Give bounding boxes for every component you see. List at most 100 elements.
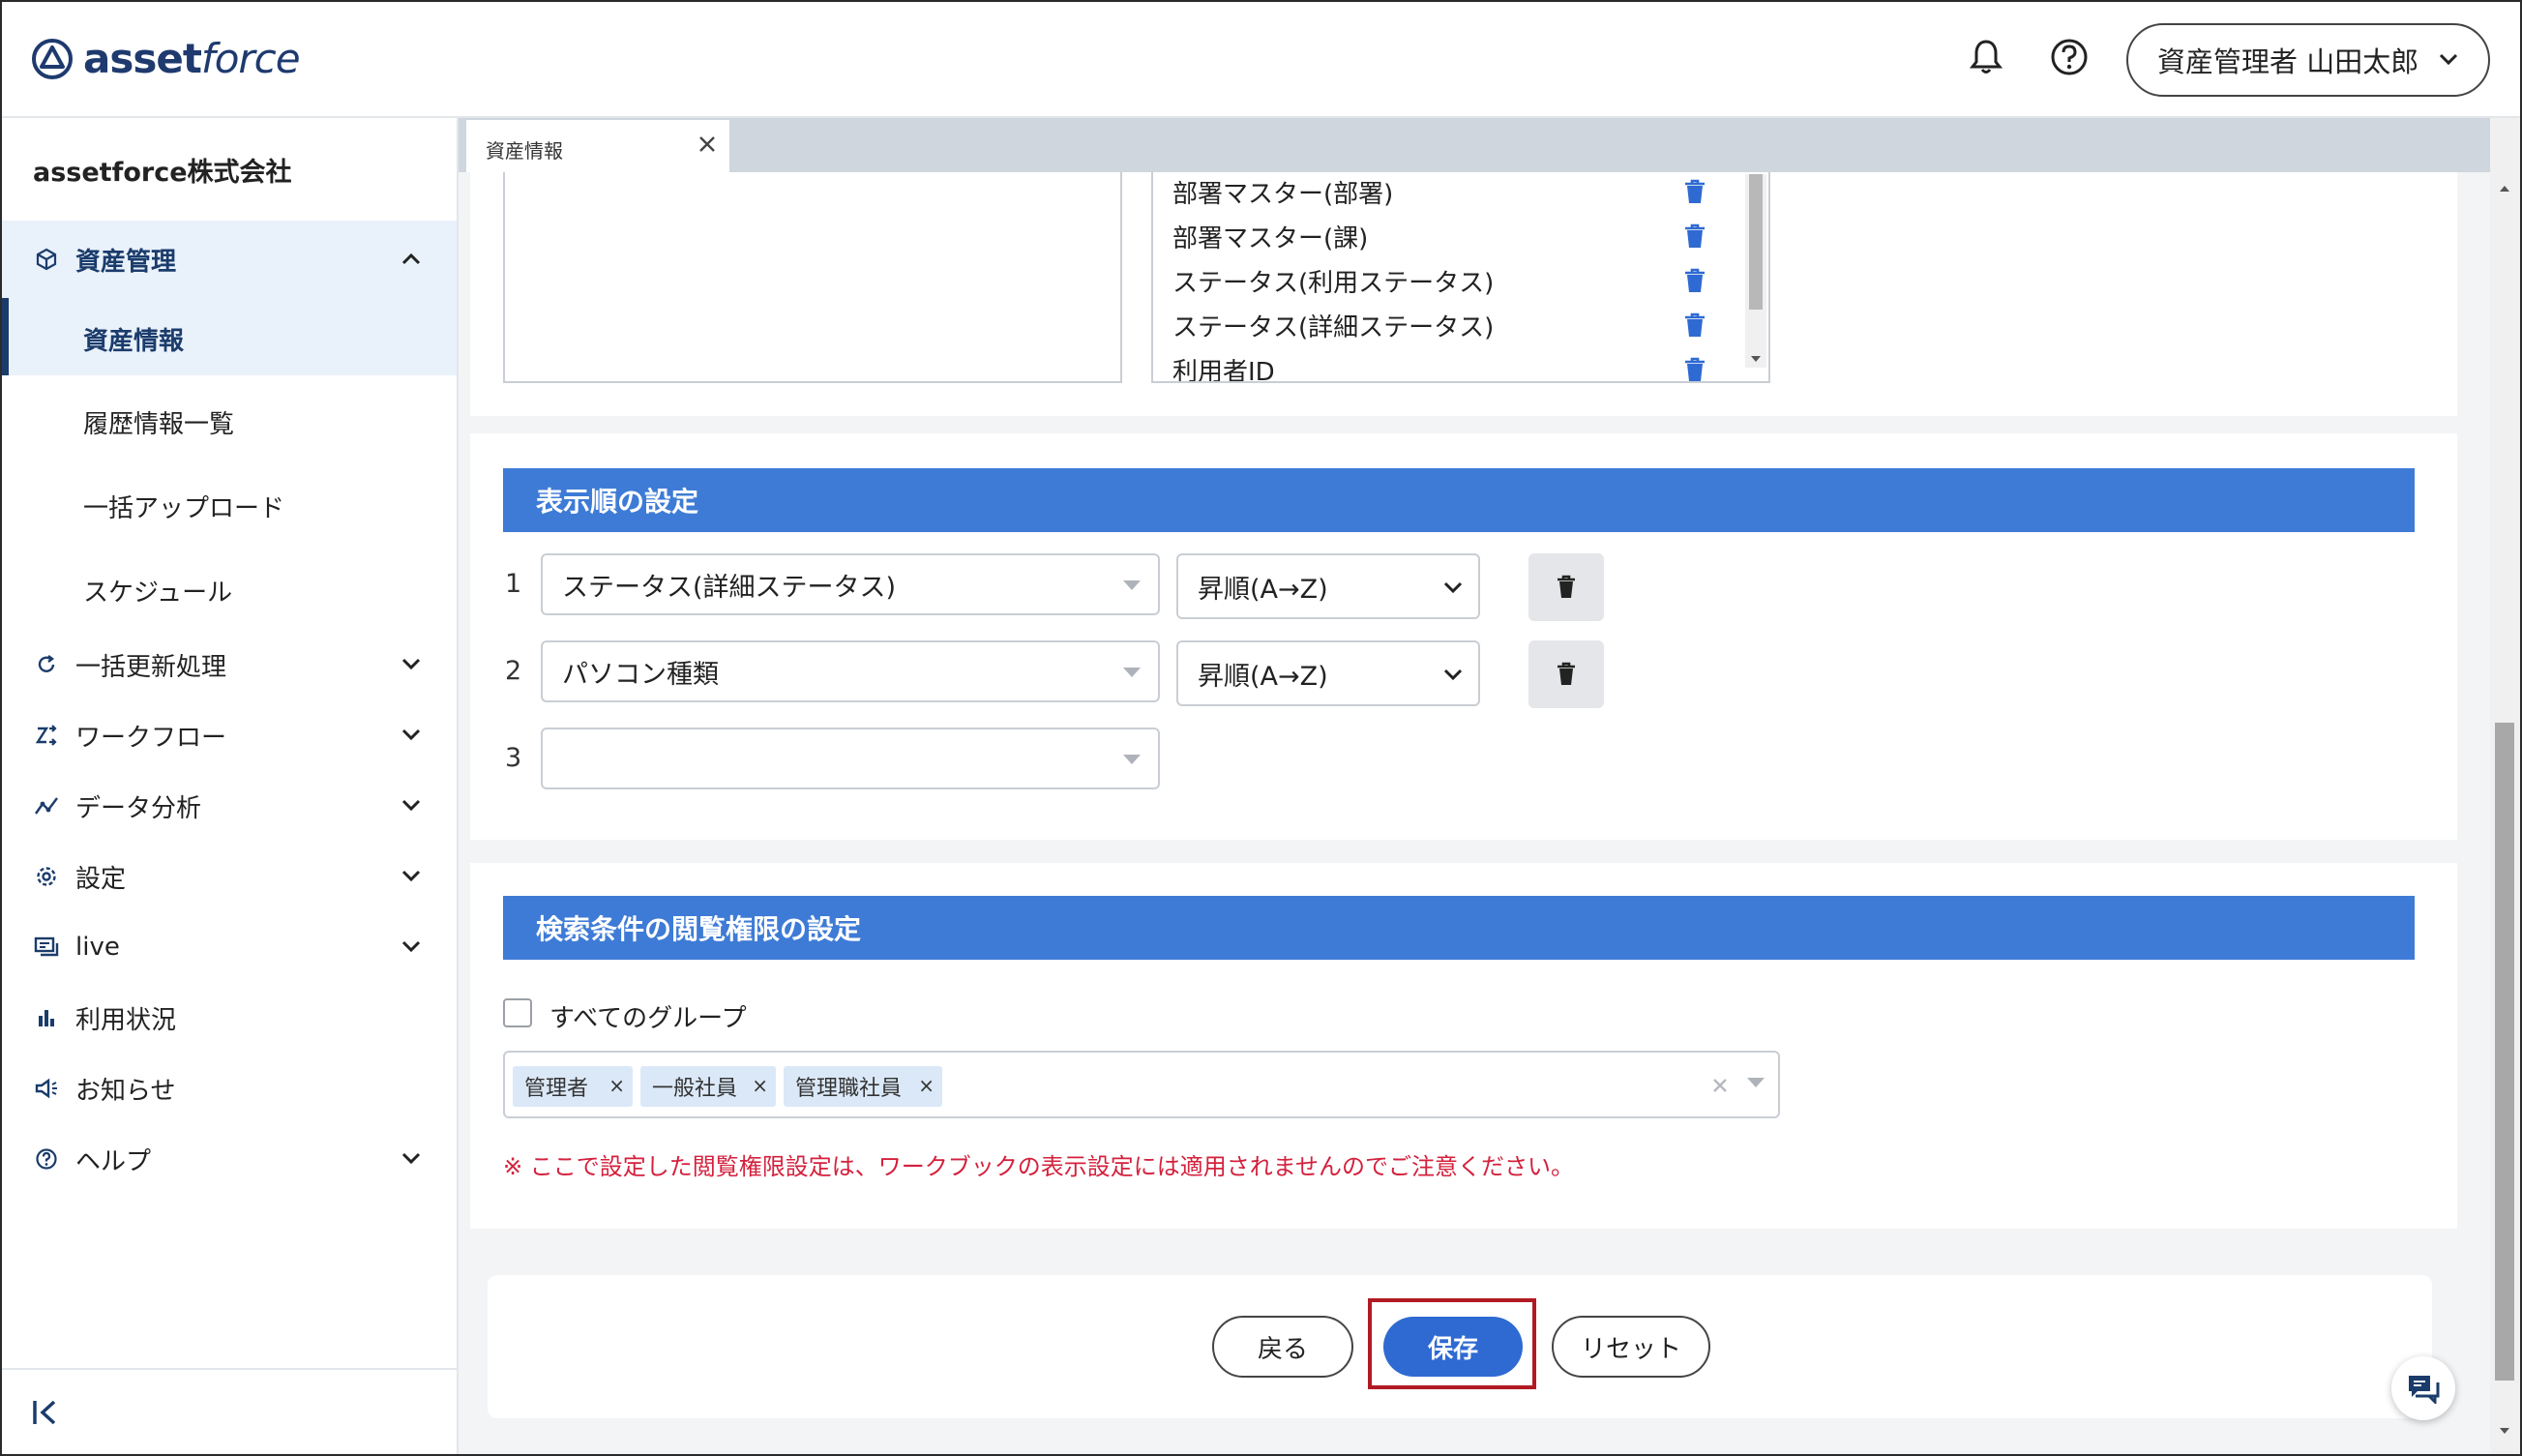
selected-column-item[interactable]: ステータス(利用ステータス): [1172, 263, 1494, 299]
selected-column-item[interactable]: 部署マスター(部署): [1172, 174, 1393, 210]
chevron-up-icon: [401, 253, 421, 265]
trash-icon[interactable]: [1683, 356, 1706, 383]
workflow-icon: [33, 722, 60, 749]
sidebar-item-label: データ分析: [75, 793, 202, 823]
sidebar-item-usage[interactable]: 利用状況: [2, 984, 457, 1052]
group-tag: 管理者 ×: [513, 1066, 633, 1107]
trash-icon: [1558, 662, 1575, 685]
sidebar: assetforce株式会社 資産管理 資産情報 履歴情報一覧 一括アップロード…: [2, 118, 459, 1454]
logo-mark-icon: [32, 38, 73, 79]
trash-icon[interactable]: [1683, 223, 1706, 250]
company-name: assetforce株式会社: [33, 158, 292, 188]
selected-column-item[interactable]: 部署マスター(課): [1172, 219, 1368, 254]
reset-button[interactable]: リセット: [1552, 1316, 1710, 1378]
sidebar-item-label: 資産管理: [75, 247, 177, 277]
sort-order-header: 表示順の設定: [503, 468, 2415, 532]
delete-sort-row-button[interactable]: [1528, 640, 1604, 708]
sort-field-select[interactable]: ステータス(詳細ステータス): [541, 553, 1160, 615]
selected-column-item[interactable]: 利用者ID: [1172, 352, 1275, 381]
trash-icon[interactable]: [1683, 267, 1706, 294]
list-scrollbar-thumb[interactable]: [1749, 174, 1763, 310]
selected-column-item[interactable]: ステータス(詳細ステータス): [1172, 308, 1494, 343]
user-menu-button[interactable]: 資産管理者 山田太郎: [2126, 23, 2490, 97]
available-columns-list[interactable]: [503, 172, 1122, 383]
help-icon: [33, 1145, 60, 1173]
permission-note: ※ ここで設定した閲覧権限設定は、ワークブックの表示設定には適用されませんのでご…: [503, 1153, 1575, 1180]
delete-sort-row-button[interactable]: [1528, 553, 1604, 621]
bell-icon[interactable]: [1964, 35, 2008, 79]
sidebar-item-notices[interactable]: お知らせ: [2, 1055, 457, 1122]
tab-asset-info[interactable]: 資産情報: [466, 120, 729, 172]
sidebar-subitem-asset-info[interactable]: 資産情報: [2, 298, 457, 375]
sort-order-select[interactable]: 昇順(A→Z): [1176, 640, 1480, 706]
caret-down-icon[interactable]: [1747, 1078, 1765, 1087]
megaphone-icon: [33, 1075, 60, 1102]
sort-order-value: 昇順(A→Z): [1198, 574, 1328, 605]
sidebar-item-data-analysis[interactable]: データ分析: [2, 772, 457, 840]
live-icon: [33, 934, 60, 961]
trash-icon[interactable]: [1683, 178, 1706, 205]
bar-chart-icon: [33, 1004, 60, 1031]
sort-order-value: 昇順(A→Z): [1198, 661, 1328, 692]
main-scrollbar-thumb[interactable]: [2495, 723, 2514, 1381]
analytics-icon: [33, 792, 60, 819]
scroll-down-arrow-icon[interactable]: [2498, 1426, 2511, 1436]
clear-all-icon[interactable]: [1710, 1076, 1730, 1095]
sidebar-item-live[interactable]: live: [2, 913, 457, 981]
top-header: assetforce 資産管理者 山田太郎: [2, 2, 2520, 118]
permission-header: 検索条件の閲覧権限の設定: [503, 896, 2415, 960]
action-bar: 戻る 保存 リセット: [488, 1275, 2432, 1418]
remove-tag-icon[interactable]: ×: [608, 1074, 625, 1097]
close-icon[interactable]: [695, 132, 720, 157]
main-scrollbar[interactable]: [2490, 118, 2520, 1454]
tab-bar: 資産情報: [459, 118, 2490, 172]
sidebar-subitem-history[interactable]: 履歴情報一覧: [2, 381, 457, 459]
user-name: 資産管理者 山田太郎: [2157, 45, 2419, 78]
save-button[interactable]: 保存: [1383, 1317, 1523, 1377]
sidebar-item-help[interactable]: ヘルプ: [2, 1125, 457, 1193]
sidebar-item-bulk-update[interactable]: 一括更新処理: [2, 631, 457, 698]
assetforce-logo[interactable]: assetforce: [31, 35, 301, 82]
sidebar-item-asset-management[interactable]: 資産管理: [2, 221, 457, 298]
group-multiselect[interactable]: 管理者 × 一般社員 × 管理職社員 ×: [503, 1051, 1780, 1118]
sort-field-value: パソコン種類: [562, 659, 719, 690]
gear-icon: [33, 863, 60, 890]
back-button[interactable]: 戻る: [1212, 1316, 1353, 1378]
sidebar-item-label: 設定: [75, 864, 127, 894]
column-select-panel: 部署マスター(部署) 部署マスター(課) ステータス(利用ステータス) ステータ…: [470, 172, 2457, 416]
sort-order-panel: 表示順の設定 1 ステータス(詳細ステータス) 昇順(A→Z) 2 パソコン種類…: [470, 433, 2457, 840]
group-tag-label: 管理者: [524, 1077, 589, 1101]
chevron-down-icon: [401, 940, 421, 953]
help-circle-icon[interactable]: [2047, 35, 2092, 79]
chevron-down-icon: [2439, 53, 2458, 66]
chat-support-button[interactable]: [2391, 1356, 2455, 1420]
caret-down-icon: [1123, 755, 1141, 764]
selected-columns-list[interactable]: 部署マスター(部署) 部署マスター(課) ステータス(利用ステータス) ステータ…: [1151, 172, 1770, 383]
collapse-sidebar-icon[interactable]: [31, 1397, 64, 1428]
sort-row-index: 1: [505, 569, 522, 599]
list-scrollbar[interactable]: [1745, 174, 1766, 368]
sidebar-subitem-bulk-upload[interactable]: 一括アップロード: [2, 465, 457, 543]
sort-field-select[interactable]: [541, 728, 1160, 789]
scroll-up-arrow-icon[interactable]: [2498, 184, 2511, 193]
sidebar-subitem-schedule[interactable]: スケジュール: [2, 550, 457, 627]
scroll-down-arrow-icon[interactable]: [1749, 354, 1763, 364]
chevron-down-icon: [401, 728, 421, 741]
sort-row-index: 3: [505, 743, 522, 773]
tab-label: 資産情報: [486, 139, 563, 163]
sort-field-select[interactable]: パソコン種類: [541, 640, 1160, 702]
chevron-down-icon: [401, 799, 421, 812]
trash-icon: [1558, 575, 1575, 598]
chevron-down-icon: [401, 1152, 421, 1165]
chevron-down-icon: [401, 870, 421, 882]
logo-text: assetforce: [83, 35, 301, 82]
chat-icon: [2409, 1376, 2440, 1404]
remove-tag-icon[interactable]: ×: [752, 1074, 768, 1097]
sort-order-select[interactable]: 昇順(A→Z): [1176, 553, 1480, 619]
trash-icon[interactable]: [1683, 312, 1706, 339]
remove-tag-icon[interactable]: ×: [918, 1074, 935, 1097]
sidebar-item-workflow[interactable]: ワークフロー: [2, 701, 457, 769]
sidebar-item-settings[interactable]: 設定: [2, 843, 457, 910]
sidebar-subitem-label: スケジュール: [83, 579, 233, 608]
all-groups-checkbox[interactable]: [503, 998, 532, 1027]
